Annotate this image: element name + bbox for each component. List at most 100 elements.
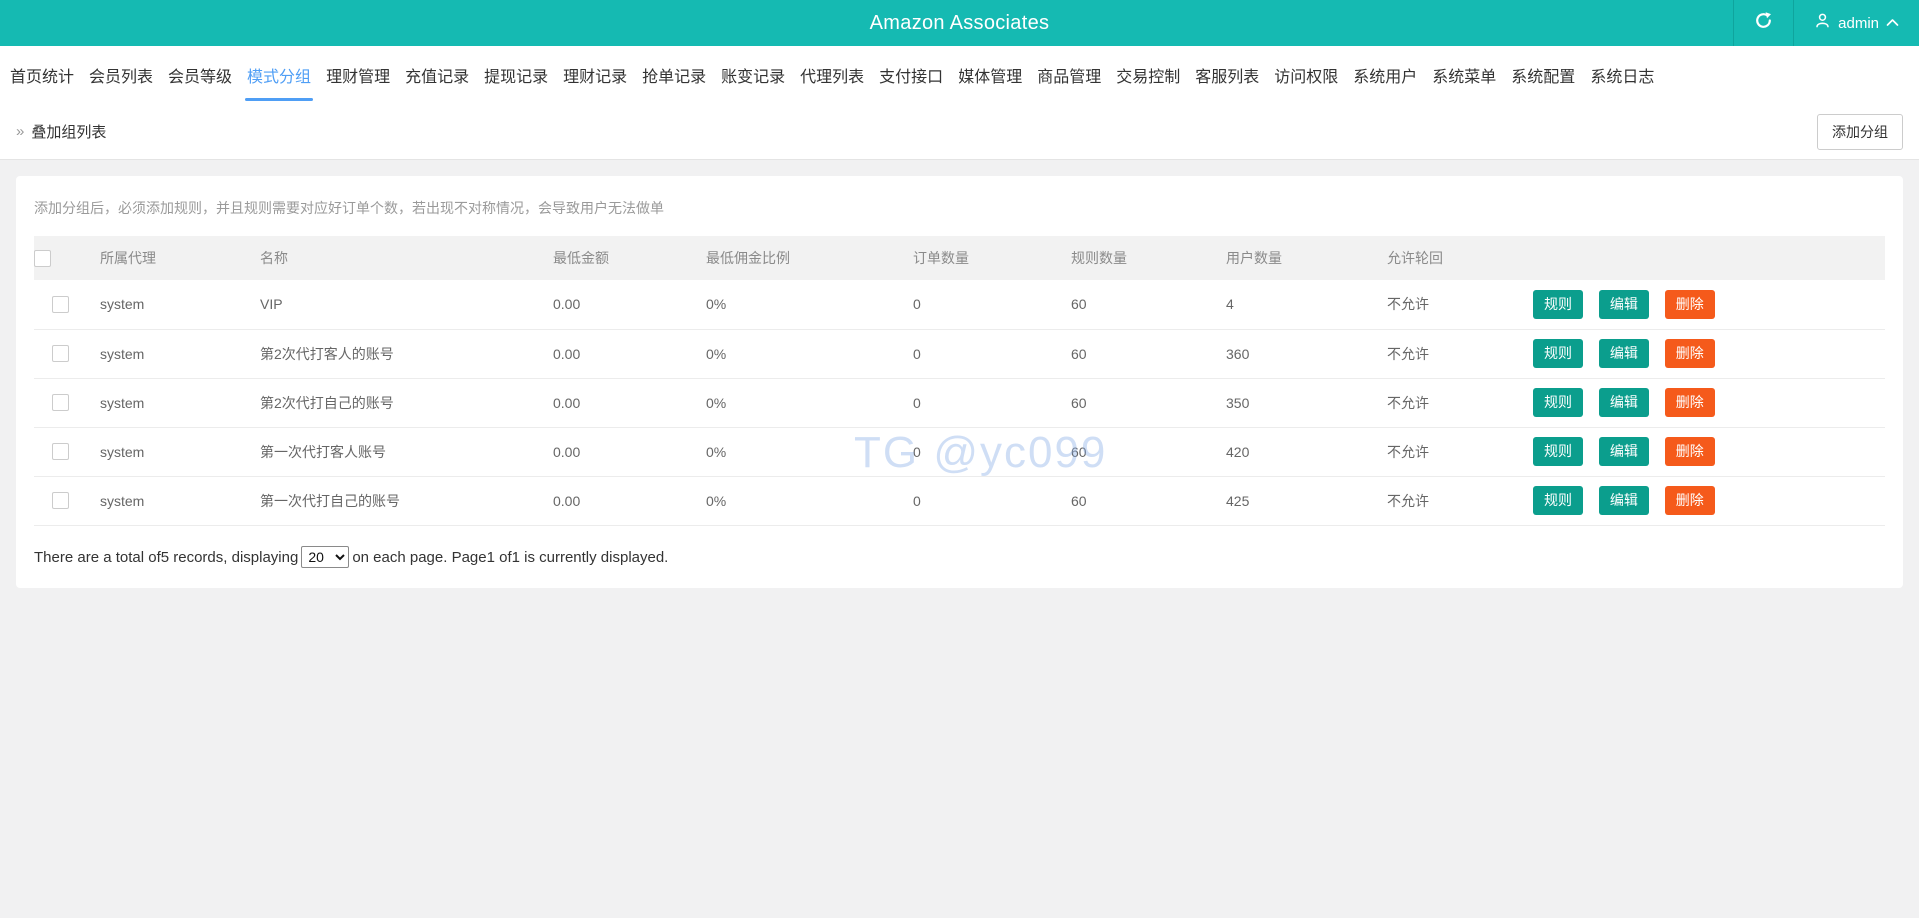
table-row: system 第一次代打自己的账号 0.00 0% 0 60 425 不允许 规… xyxy=(34,476,1885,525)
cell-agent: system xyxy=(100,492,145,509)
cell-name: VIP xyxy=(260,296,283,313)
nav-item-product-mgmt[interactable]: 商品管理 xyxy=(1035,46,1103,104)
nav-item-finance-mgmt[interactable]: 理财管理 xyxy=(324,46,392,104)
nav-item-media-mgmt[interactable]: 媒体管理 xyxy=(956,46,1024,104)
edit-button[interactable]: 编辑 xyxy=(1598,486,1649,515)
cell-agent: system xyxy=(100,296,145,313)
cell-orders: 0 xyxy=(913,394,921,411)
cell-min-amount: 0.00 xyxy=(553,443,581,460)
refresh-button[interactable] xyxy=(1733,0,1793,46)
row-checkbox[interactable] xyxy=(51,345,69,363)
table-row: system 第2次代打客人的账号 0.00 0% 0 60 360 不允许 规… xyxy=(34,329,1885,378)
page-size-select[interactable]: 20 xyxy=(301,545,350,568)
cell-allow-loop: 不允许 xyxy=(1387,345,1429,362)
cell-agent: system xyxy=(100,345,145,362)
nav-item-mode-group[interactable]: 模式分组 xyxy=(245,46,314,104)
delete-button[interactable]: 删除 xyxy=(1664,437,1715,466)
cell-allow-loop: 不允许 xyxy=(1387,443,1429,460)
breadcrumb-label: 叠加组列表 xyxy=(31,124,107,141)
nav-item-service-list[interactable]: 客服列表 xyxy=(1193,46,1261,104)
nav-item-trade-control[interactable]: 交易控制 xyxy=(1114,46,1182,104)
nav-item-withdraw-records[interactable]: 提现记录 xyxy=(482,46,550,104)
user-menu[interactable]: admin xyxy=(1793,0,1919,46)
col-header-allow-loop: 允许轮回 xyxy=(1387,250,1443,266)
nav-item-member-list[interactable]: 会员列表 xyxy=(87,46,155,104)
nav-item-agent-list[interactable]: 代理列表 xyxy=(798,46,866,104)
nav-item-grab-records[interactable]: 抢单记录 xyxy=(640,46,708,104)
nav-item-finance-records[interactable]: 理财记录 xyxy=(561,46,629,104)
delete-button[interactable]: 删除 xyxy=(1664,388,1715,417)
col-header-name: 名称 xyxy=(260,250,288,266)
cell-allow-loop: 不允许 xyxy=(1387,492,1429,509)
pagination-text-before: There are a total of5 records, displayin… xyxy=(34,548,299,566)
rules-button[interactable]: 规则 xyxy=(1533,289,1583,319)
row-checkbox[interactable] xyxy=(51,394,69,412)
header-controls: admin xyxy=(1733,0,1919,46)
cell-actions: 规则 编辑 删除 xyxy=(1519,427,1885,476)
hint-text: 添加分组后，必须添加规则，并且规则需要对应好订单个数，若出现不对称情况，会导致用… xyxy=(34,200,664,216)
nav-item-system-users[interactable]: 系统用户 xyxy=(1351,46,1419,104)
cell-name: 第一次代打自己的账号 xyxy=(260,492,400,509)
row-checkbox[interactable] xyxy=(51,296,69,314)
edit-button[interactable]: 编辑 xyxy=(1598,289,1649,319)
col-header-user-count: 用户数量 xyxy=(1226,250,1282,266)
cell-min-amount: 0.00 xyxy=(553,296,581,313)
table-header-row: 所属代理 名称 最低金额 最低佣金比例 订单数量 规则数量 用户数量 允许轮回 xyxy=(34,236,1885,280)
edit-button[interactable]: 编辑 xyxy=(1598,388,1649,417)
rules-button[interactable]: 规则 xyxy=(1533,339,1583,368)
cell-commission: 0% xyxy=(706,345,727,362)
row-checkbox[interactable] xyxy=(51,492,69,510)
rules-button[interactable]: 规则 xyxy=(1533,388,1583,417)
cell-rules: 60 xyxy=(1071,296,1087,313)
cell-rules: 60 xyxy=(1071,443,1087,460)
nav-item-payment-api[interactable]: 支付接口 xyxy=(877,46,945,104)
cell-actions: 规则 编辑 删除 xyxy=(1519,329,1885,378)
cell-min-amount: 0.00 xyxy=(553,394,581,411)
col-header-agent: 所属代理 xyxy=(100,250,156,266)
cell-name: 第2次代打自己的账号 xyxy=(260,394,394,411)
add-group-button[interactable]: 添加分组 xyxy=(1817,113,1903,150)
user-icon xyxy=(1814,12,1831,34)
nav-item-recharge-records[interactable]: 充值记录 xyxy=(403,46,471,104)
chevron-up-icon xyxy=(1886,14,1899,32)
nav-item-system-config[interactable]: 系统配置 xyxy=(1509,46,1577,104)
delete-button[interactable]: 删除 xyxy=(1664,289,1715,319)
cell-agent: system xyxy=(100,443,145,460)
cell-users: 360 xyxy=(1226,345,1250,362)
cell-users: 425 xyxy=(1226,492,1250,509)
cell-actions: 规则 编辑 删除 xyxy=(1519,378,1885,427)
select-all-checkbox[interactable] xyxy=(34,249,51,267)
nav-item-system-logs[interactable]: 系统日志 xyxy=(1588,46,1656,104)
nav-item-home-stats[interactable]: 首页统计 xyxy=(8,46,76,104)
cell-rules: 60 xyxy=(1071,492,1087,509)
table-row: system 第一次代打客人账号 0.00 0% 0 60 420 不允许 规则… xyxy=(34,427,1885,476)
cell-actions: 规则 编辑 删除 xyxy=(1519,280,1885,329)
main-nav: 首页统计 会员列表 会员等级 模式分组 理财管理 充值记录 提现记录 理财记录 … xyxy=(0,46,1919,104)
refresh-icon xyxy=(1754,11,1773,35)
nav-item-access-perms[interactable]: 访问权限 xyxy=(1272,46,1340,104)
cell-commission: 0% xyxy=(706,492,727,509)
delete-button[interactable]: 删除 xyxy=(1664,486,1715,515)
cell-name: 第2次代打客人的账号 xyxy=(260,345,394,362)
rules-button[interactable]: 规则 xyxy=(1533,486,1583,515)
table-row: system VIP 0.00 0% 0 60 4 不允许 规则 编辑 删除 xyxy=(34,280,1885,329)
row-checkbox[interactable] xyxy=(51,443,69,461)
cell-orders: 0 xyxy=(913,296,921,313)
col-header-min-amount: 最低金额 xyxy=(553,250,609,266)
cell-name: 第一次代打客人账号 xyxy=(260,443,386,460)
rules-button[interactable]: 规则 xyxy=(1533,437,1583,466)
edit-button[interactable]: 编辑 xyxy=(1598,437,1649,466)
cell-commission: 0% xyxy=(706,443,727,460)
nav-item-system-menu[interactable]: 系统菜单 xyxy=(1430,46,1498,104)
top-header: Amazon Associates admin xyxy=(0,0,1919,46)
cell-allow-loop: 不允许 xyxy=(1387,296,1429,313)
cell-commission: 0% xyxy=(706,394,727,411)
nav-item-balance-records[interactable]: 账变记录 xyxy=(719,46,787,104)
cell-min-amount: 0.00 xyxy=(553,492,581,509)
col-header-order-count: 订单数量 xyxy=(913,250,969,266)
delete-button[interactable]: 删除 xyxy=(1664,339,1715,368)
cell-agent: system xyxy=(100,394,145,411)
nav-item-member-level[interactable]: 会员等级 xyxy=(166,46,234,104)
edit-button[interactable]: 编辑 xyxy=(1598,339,1649,368)
cell-users: 350 xyxy=(1226,394,1250,411)
